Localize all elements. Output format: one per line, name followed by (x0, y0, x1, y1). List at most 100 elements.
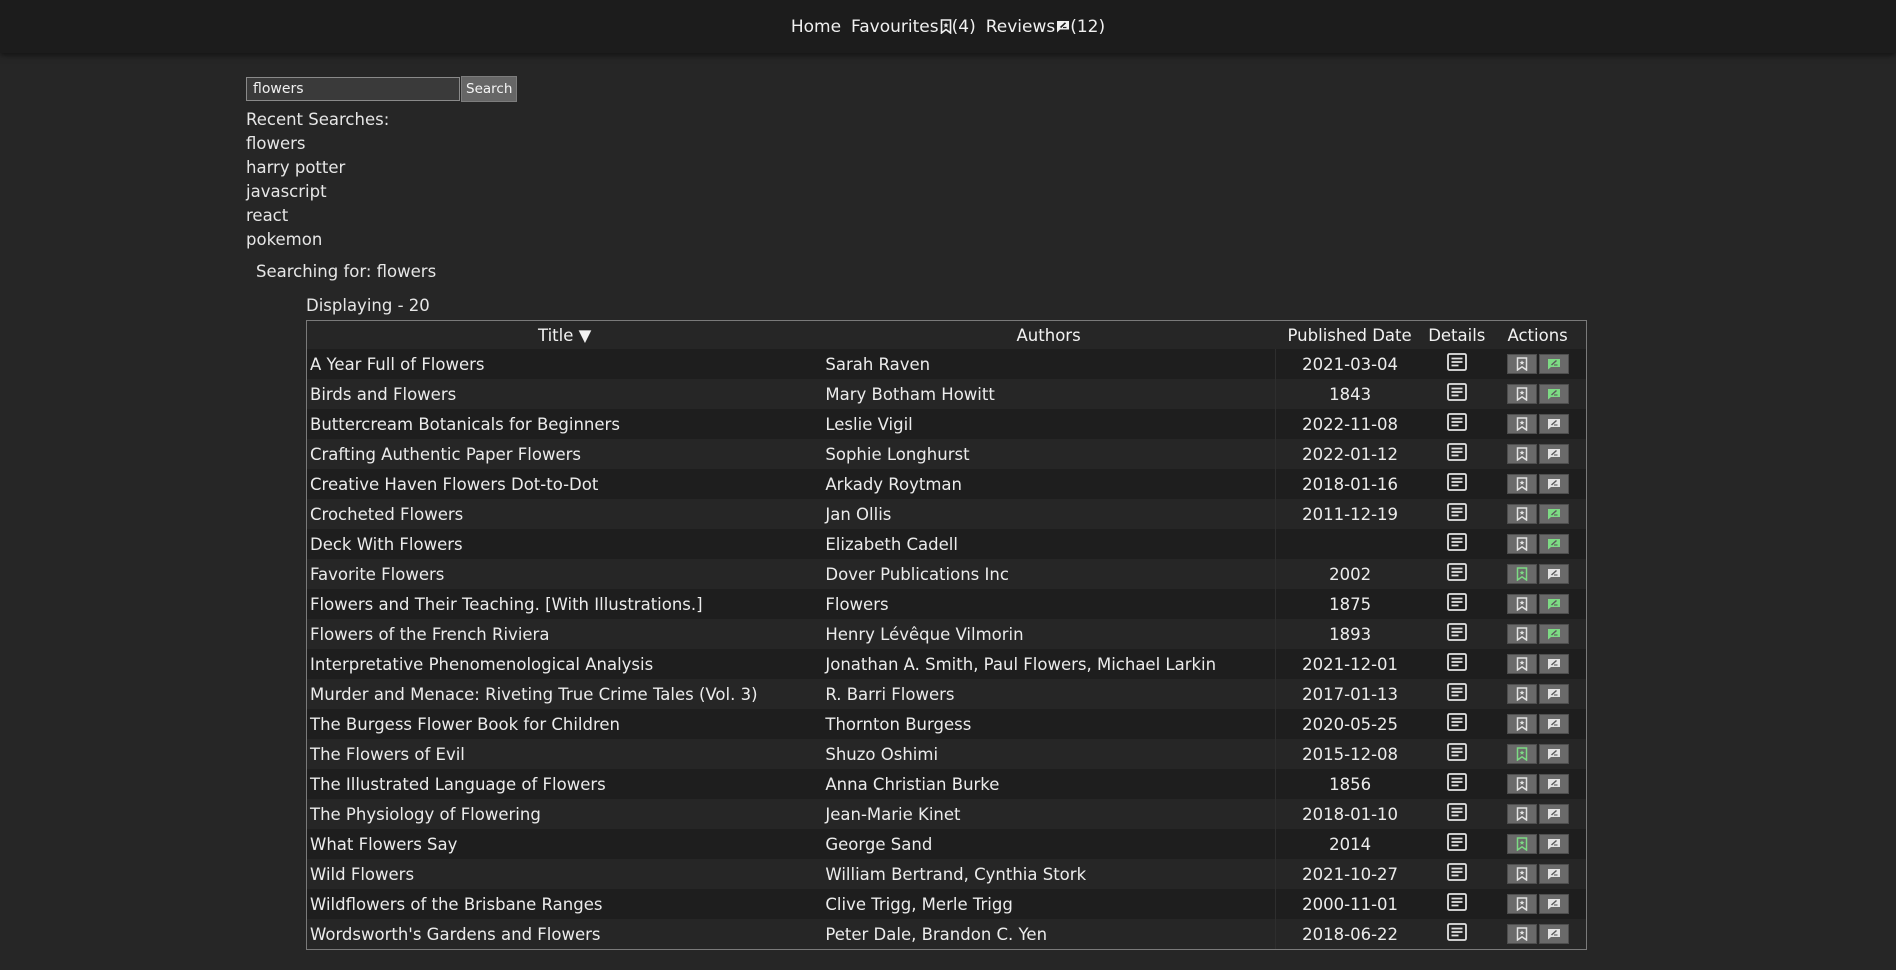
favourite-button[interactable] (1506, 534, 1537, 555)
recent-search-item[interactable]: react (246, 204, 389, 228)
review-button[interactable] (1538, 444, 1569, 465)
table-row: Wildflowers of the Brisbane Ranges Clive … (307, 889, 1586, 919)
favourite-button[interactable] (1506, 564, 1537, 585)
favourite-button[interactable] (1506, 624, 1537, 645)
book-authors: Mary Botham Howitt (822, 379, 1275, 409)
details-icon[interactable] (1446, 593, 1467, 615)
review-icon (1547, 838, 1561, 850)
details-cell (1424, 649, 1490, 679)
search-input[interactable] (246, 77, 460, 101)
search-bar: Search (246, 76, 518, 102)
table-row: A Year Full of Flowers Sarah Raven 2021-03… (307, 349, 1586, 379)
book-published-date: 1893 (1274, 619, 1425, 649)
favourite-button[interactable] (1506, 594, 1537, 615)
review-button[interactable] (1538, 414, 1569, 435)
details-icon[interactable] (1446, 863, 1467, 885)
review-button[interactable] (1538, 924, 1569, 945)
details-icon[interactable] (1446, 743, 1467, 765)
search-button[interactable]: Search (461, 76, 518, 102)
bookmark-icon (1516, 867, 1528, 882)
favourite-button[interactable] (1506, 684, 1537, 705)
review-button[interactable] (1538, 654, 1569, 675)
review-button[interactable] (1538, 804, 1569, 825)
column-header-title[interactable]: Title ▼ (307, 321, 822, 349)
recent-search-item[interactable]: harry potter (246, 156, 389, 180)
favourite-button[interactable] (1506, 804, 1537, 825)
table-row: Interpretative Phenomenological Analysis… (307, 649, 1586, 679)
review-button[interactable] (1538, 624, 1569, 645)
favourite-button[interactable] (1506, 354, 1537, 375)
bookmark-icon (1516, 537, 1528, 552)
review-button[interactable] (1538, 894, 1569, 915)
details-icon[interactable] (1446, 413, 1467, 435)
details-icon[interactable] (1446, 533, 1467, 555)
bookmark-icon (1516, 387, 1528, 402)
favourite-button[interactable] (1506, 834, 1537, 855)
review-button[interactable] (1538, 594, 1569, 615)
favourite-button[interactable] (1506, 474, 1537, 495)
book-published-date: 2020-05-25 (1274, 709, 1425, 739)
details-icon[interactable] (1446, 503, 1467, 525)
details-icon[interactable] (1446, 623, 1467, 645)
favourite-button[interactable] (1506, 744, 1537, 765)
recent-search-item[interactable]: flowers (246, 132, 389, 156)
table-row: The Flowers of Evil Shuzo Oshimi 2015-12-0… (307, 739, 1586, 769)
review-button[interactable] (1538, 564, 1569, 585)
review-button[interactable] (1538, 534, 1569, 555)
bookmark-icon (1516, 897, 1528, 912)
review-button[interactable] (1538, 744, 1569, 765)
review-button[interactable] (1538, 474, 1569, 495)
favourite-button[interactable] (1506, 444, 1537, 465)
book-authors: Clive Trigg, Merle Trigg (822, 889, 1275, 919)
top-nav: Home Favourites (4) Reviews (12) (0, 0, 1896, 53)
review-button[interactable] (1538, 834, 1569, 855)
review-button[interactable] (1538, 684, 1569, 705)
details-cell (1424, 679, 1490, 709)
details-icon[interactable] (1446, 773, 1467, 795)
details-icon[interactable] (1446, 833, 1467, 855)
column-header-published[interactable]: Published Date (1275, 321, 1425, 349)
details-icon[interactable] (1446, 803, 1467, 825)
details-icon[interactable] (1446, 383, 1467, 405)
review-button[interactable] (1538, 864, 1569, 885)
book-title: Crocheted Flowers (307, 499, 823, 529)
favourite-button[interactable] (1506, 774, 1537, 795)
favourite-button[interactable] (1506, 924, 1537, 945)
review-button[interactable] (1538, 354, 1569, 375)
table-row: Flowers of the French Riviera Henry Lévêq… (307, 619, 1586, 649)
review-button[interactable] (1538, 774, 1569, 795)
nav-reviews-link[interactable]: Reviews (12) (986, 17, 1105, 37)
favourite-button[interactable] (1506, 504, 1537, 525)
favourite-button[interactable] (1506, 384, 1537, 405)
details-icon[interactable] (1446, 443, 1467, 465)
details-icon[interactable] (1446, 923, 1467, 945)
book-published-date: 2021-03-04 (1274, 349, 1425, 379)
favourite-button[interactable] (1506, 714, 1537, 735)
details-icon[interactable] (1446, 653, 1467, 675)
details-icon[interactable] (1446, 893, 1467, 915)
review-icon (1547, 898, 1561, 910)
nav-favourites-link[interactable]: Favourites (4) (851, 17, 976, 37)
favourite-button[interactable] (1506, 864, 1537, 885)
review-icon (1547, 448, 1561, 460)
details-icon[interactable] (1446, 473, 1467, 495)
recent-search-item[interactable]: pokemon (246, 228, 389, 252)
book-title: The Burgess Flower Book for Children (307, 709, 823, 739)
nav-home-link[interactable]: Home (791, 17, 841, 37)
details-icon[interactable] (1446, 713, 1467, 735)
details-icon[interactable] (1446, 683, 1467, 705)
column-header-authors[interactable]: Authors (822, 321, 1274, 349)
review-button[interactable] (1538, 714, 1569, 735)
actions-cell (1489, 559, 1586, 589)
details-icon[interactable] (1446, 563, 1467, 585)
favourite-button[interactable] (1506, 894, 1537, 915)
favourite-button[interactable] (1506, 654, 1537, 675)
review-button[interactable] (1538, 504, 1569, 525)
review-button[interactable] (1538, 384, 1569, 405)
details-icon[interactable] (1446, 353, 1467, 375)
details-cell (1424, 439, 1490, 469)
recent-search-item[interactable]: javascript (246, 180, 389, 204)
book-title: Deck With Flowers (307, 529, 823, 559)
details-cell (1424, 739, 1490, 769)
favourite-button[interactable] (1506, 414, 1537, 435)
